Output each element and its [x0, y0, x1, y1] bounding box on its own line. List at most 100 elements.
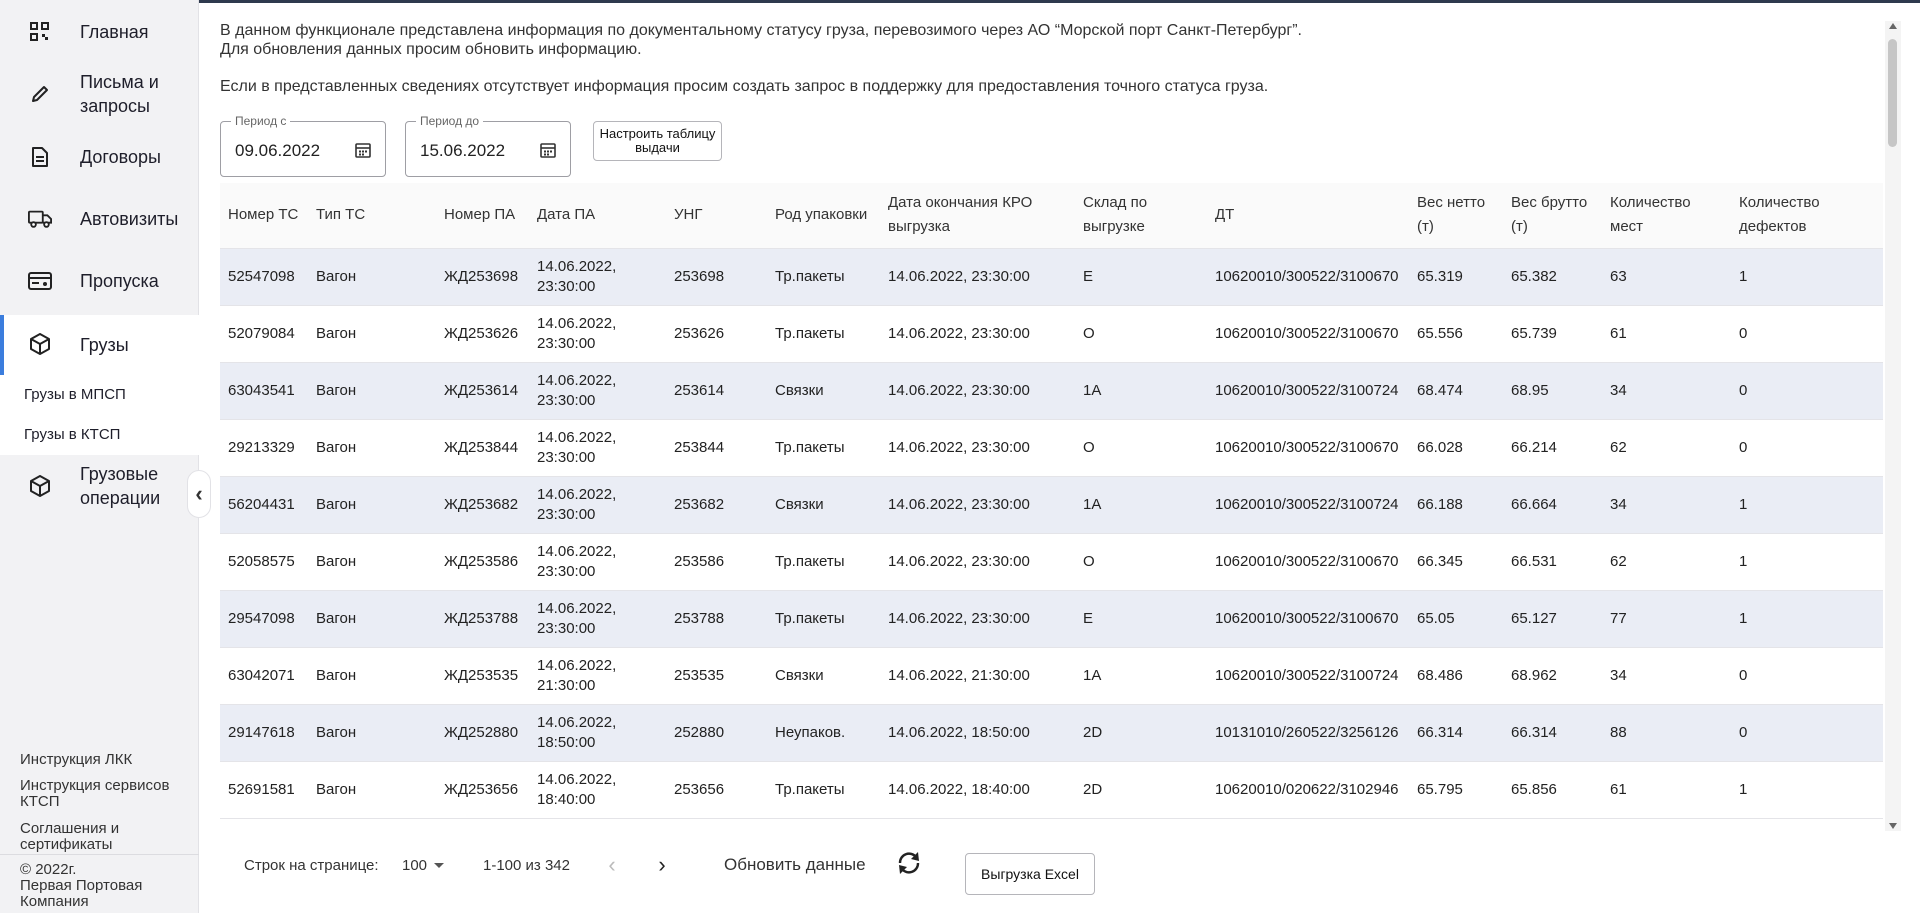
calendar-icon[interactable]	[355, 142, 371, 158]
nav-item-autovisits[interactable]: Автовизиты	[0, 195, 199, 243]
period-from-field[interactable]: Период с 09.06.2022	[220, 114, 386, 177]
nav-item-passes[interactable]: Пропуска	[0, 257, 199, 305]
footer-link-lkk-manual[interactable]: Инструкция ЛКК	[20, 752, 132, 768]
period-to-field[interactable]: Период до 15.06.2022	[405, 114, 571, 177]
period-to-label: Период до	[416, 114, 484, 128]
table-cell: 14.06.2022, 23:30:00	[529, 419, 666, 477]
refresh-data-label[interactable]: Обновить данные	[724, 845, 866, 885]
column-header[interactable]: Вес нетто (т)	[1409, 183, 1503, 249]
table-cell: 66.314	[1503, 704, 1602, 762]
table-cell: ЖД253682	[436, 476, 529, 534]
column-header[interactable]: Номер ТС	[220, 183, 308, 249]
table-cell: 253788	[666, 590, 767, 648]
scroll-down-arrow-icon[interactable]	[1889, 823, 1897, 829]
table-cell: 68.474	[1409, 362, 1503, 420]
table-cell: O	[1075, 305, 1207, 363]
table-cell: 253682	[666, 476, 767, 534]
footer-link-agreements[interactable]: Соглашения и сертификаты	[20, 821, 150, 853]
table-row[interactable]: 63042071 Вагон ЖД253535 14.06.2022, 21:30:0…	[220, 647, 1883, 705]
column-header[interactable]: Вес брутто (т)	[1503, 183, 1602, 249]
table-cell: 253844	[666, 419, 767, 477]
column-header[interactable]: Количество мест	[1602, 183, 1731, 249]
sidebar: Главная Письма и запросы Договоры Автови…	[0, 0, 199, 913]
table-cell: 14.06.2022, 23:30:00	[529, 248, 666, 306]
calendar-icon[interactable]	[540, 142, 556, 158]
column-header[interactable]: Склад по выгрузке	[1075, 183, 1207, 249]
table-cell: 63043541	[220, 362, 308, 420]
table-row[interactable]: 29547098 Вагон ЖД253788 14.06.2022, 23:30:0…	[220, 590, 1883, 648]
prev-page-button[interactable]: ‹	[600, 845, 624, 885]
cargo-box-icon	[28, 332, 52, 356]
table-cell: Тр.пакеты	[767, 305, 880, 363]
nav-item-home[interactable]: Главная	[0, 8, 199, 56]
sidebar-collapse-button[interactable]: ‹	[187, 470, 211, 518]
table-cell: 52079084	[220, 305, 308, 363]
vertical-scrollbar[interactable]	[1885, 21, 1901, 831]
table-row[interactable]: 52691581 Вагон ЖД253656 14.06.2022, 18:40:0…	[220, 761, 1883, 819]
table-row[interactable]: 52058575 Вагон ЖД253586 14.06.2022, 23:30:0…	[220, 533, 1883, 591]
column-header[interactable]: Номер ПА	[436, 183, 529, 249]
table-cell: 14.06.2022, 23:30:00	[880, 362, 1075, 420]
subnav-item-cargo-ktsp[interactable]: Грузы в КТСП	[24, 426, 120, 443]
column-header[interactable]: Дата ПА	[529, 183, 666, 249]
refresh-button[interactable]	[892, 845, 926, 885]
table-row[interactable]: 56204431 Вагон ЖД253682 14.06.2022, 23:30:0…	[220, 476, 1883, 534]
table-row[interactable]: 52547098 Вагон ЖД253698 14.06.2022, 23:30:0…	[220, 248, 1883, 306]
table-cell: ЖД253586	[436, 533, 529, 591]
table-cell: Вагон	[308, 533, 436, 591]
rows-per-page-select[interactable]: 100	[402, 845, 445, 885]
column-header[interactable]: УНГ	[666, 183, 767, 249]
next-page-button[interactable]: ›	[650, 845, 674, 885]
rows-per-page-label: Строк на странице:	[244, 856, 379, 874]
pagination-range: 1-100 из 342	[483, 856, 570, 874]
table-cell: 61	[1602, 305, 1731, 363]
table-cell: Вагон	[308, 590, 436, 648]
table-cell: Вагон	[308, 647, 436, 705]
nav-item-contracts[interactable]: Договоры	[0, 133, 199, 181]
table-cell: 34	[1602, 647, 1731, 705]
footer-link-ktsp-manual[interactable]: Инструкция сервисов КТСП	[20, 778, 190, 810]
main-content: В данном функционале представлена информ…	[200, 3, 1920, 913]
column-header[interactable]: Род упаковки	[767, 183, 880, 249]
column-header[interactable]: Дата окончания КРО выгрузка	[880, 183, 1075, 249]
table-cell: Тр.пакеты	[767, 590, 880, 648]
table-cell: 68.95	[1503, 362, 1602, 420]
table-cell: Тр.пакеты	[767, 248, 880, 306]
table-row[interactable]: 63043541 Вагон ЖД253614 14.06.2022, 23:30:0…	[220, 362, 1883, 420]
column-header[interactable]: ДТ	[1207, 183, 1409, 249]
table-cell: 0	[1731, 704, 1883, 762]
table-cell: Связки	[767, 647, 880, 705]
document-icon	[28, 145, 52, 169]
table-cell: 14.06.2022, 21:30:00	[529, 647, 666, 705]
nav-item-cargo[interactable]: Грузы	[0, 315, 199, 375]
table-cell: 2D	[1075, 761, 1207, 819]
table-row[interactable]: 52079084 Вагон ЖД253626 14.06.2022, 23:30:0…	[220, 305, 1883, 363]
table-row[interactable]: 29147618 Вагон ЖД252880 14.06.2022, 18:50:0…	[220, 704, 1883, 762]
scrollbar-thumb[interactable]	[1888, 39, 1897, 147]
table-cell: ЖД253656	[436, 761, 529, 819]
pass-card-icon	[28, 269, 52, 293]
setup-table-button[interactable]: Настроить таблицу выдачи	[593, 121, 722, 161]
nav-item-letters[interactable]: Письма и запросы	[0, 66, 199, 122]
table-row[interactable]: 29213329 Вагон ЖД253844 14.06.2022, 23:30:0…	[220, 419, 1883, 477]
info-text: В данном функционале представлена информ…	[220, 21, 1720, 96]
table-cell: 14.06.2022, 23:30:00	[880, 248, 1075, 306]
table-cell: 10620010/300522/3100670	[1207, 533, 1409, 591]
period-from-value[interactable]: 09.06.2022	[235, 141, 320, 161]
scroll-up-arrow-icon[interactable]	[1889, 23, 1897, 29]
nav-item-cargo-operations[interactable]: Грузовые операции	[0, 458, 199, 514]
subnav-item-cargo-mpsp[interactable]: Грузы в МПСП	[24, 386, 126, 403]
period-to-value[interactable]: 15.06.2022	[420, 141, 505, 161]
column-header[interactable]: Количество дефектов	[1731, 183, 1883, 249]
period-from-label: Период с	[231, 114, 291, 128]
table-cell: 52547098	[220, 248, 308, 306]
table-cell: Неупаков.	[767, 704, 880, 762]
table-cell: 253698	[666, 248, 767, 306]
table-cell: 14.06.2022, 23:30:00	[880, 476, 1075, 534]
table-cell: 65.05	[1409, 590, 1503, 648]
export-excel-button[interactable]: Выгрузка Excel	[965, 853, 1095, 895]
table-cell: 34	[1602, 476, 1731, 534]
table-cell: 56204431	[220, 476, 308, 534]
column-header[interactable]: Тип ТС	[308, 183, 436, 249]
table-cell: 14.06.2022, 23:30:00	[529, 305, 666, 363]
